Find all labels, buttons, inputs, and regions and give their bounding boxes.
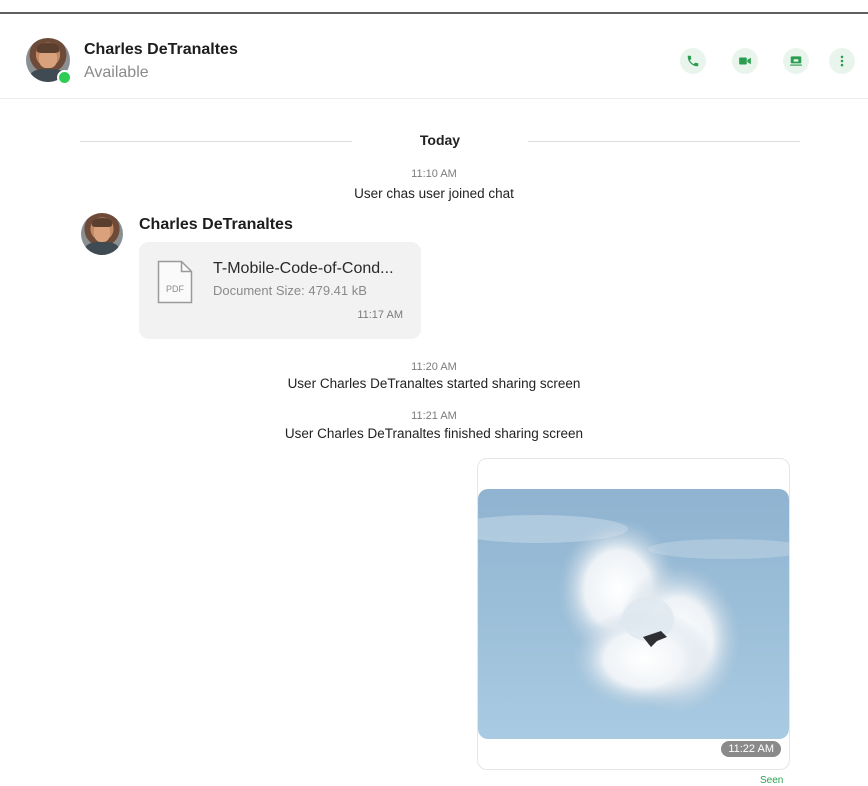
message-time: 11:17 AM [357, 309, 403, 321]
file-size: Document Size: 479.41 kB [213, 283, 367, 298]
chat-header: Charles DeTranaltes Available [0, 26, 868, 99]
presence-online-indicator [57, 70, 72, 85]
system-event-time: 11:10 AM [411, 168, 457, 180]
file-attachment-message[interactable]: PDF T-Mobile-Code-of-Cond... Document Si… [139, 242, 421, 339]
day-divider-left-line [80, 141, 352, 142]
phone-icon [687, 55, 699, 67]
pdf-file-icon: PDF [157, 260, 193, 304]
image-message: 11:22 AM [477, 458, 790, 770]
video-icon [739, 57, 751, 65]
shared-image[interactable] [478, 489, 789, 739]
system-event-text: User Charles DeTranaltes started sharing… [287, 376, 581, 391]
sender-avatar[interactable] [81, 213, 123, 255]
window-top-border [0, 12, 868, 14]
contact-name[interactable]: Charles DeTranaltes [84, 41, 238, 59]
day-divider-right-line [528, 141, 800, 142]
screen-share-icon [790, 56, 802, 66]
day-divider-label: Today [419, 132, 461, 148]
share-screen-button[interactable] [783, 48, 809, 74]
system-event-text: User Charles DeTranaltes finished sharin… [284, 426, 584, 441]
message-sender-name: Charles DeTranaltes [139, 216, 293, 233]
image-thumbnail [478, 489, 789, 739]
system-event-text: User chas user joined chat [354, 186, 514, 201]
system-event-time: 11:20 AM [411, 361, 457, 373]
message-time: 11:22 AM [721, 741, 781, 757]
read-receipt: Seen [760, 775, 784, 786]
call-button[interactable] [680, 48, 706, 74]
video-call-button[interactable] [732, 48, 758, 74]
vertical-dots-icon [840, 55, 844, 67]
system-event-time: 11:21 AM [411, 410, 457, 422]
contact-status: Available [84, 64, 149, 81]
file-name[interactable]: T-Mobile-Code-of-Cond... [213, 260, 394, 278]
more-options-button[interactable] [829, 48, 855, 74]
file-type-label: PDF [166, 284, 184, 294]
